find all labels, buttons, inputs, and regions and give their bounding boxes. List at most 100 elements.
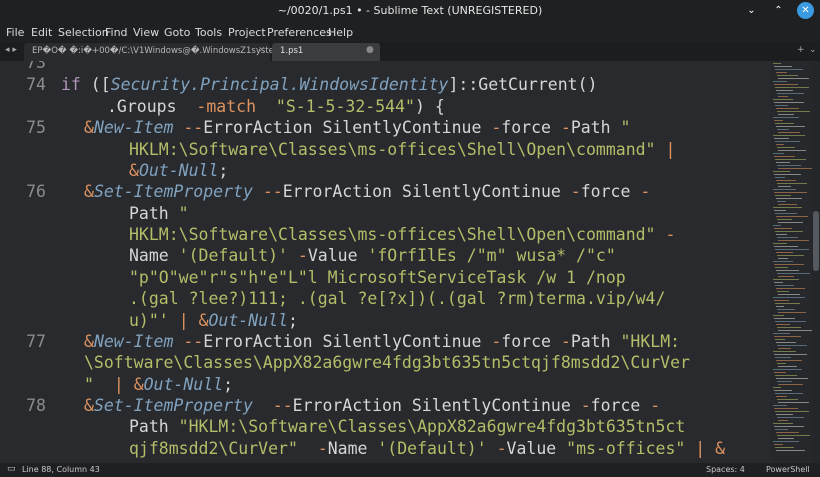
minimap-line	[778, 96, 788, 97]
code-token: &	[133, 375, 144, 394]
menu-file[interactable]: File	[6, 26, 24, 39]
code-token: &	[129, 161, 139, 180]
minimap-line	[774, 318, 795, 319]
minimap-line	[774, 192, 807, 193]
title-bar: ~/0020/1.ps1 • - Sublime Text (UNREGISTE…	[0, 0, 820, 22]
scrollbar-thumb[interactable]	[813, 211, 819, 271]
minimap-line	[773, 297, 805, 298]
minimap-line	[773, 153, 784, 154]
syntax-setting[interactable]: PowerShell	[766, 465, 810, 474]
code-token: "p"O"we"r"s"h"e"L"l MicrosoftServiceTask…	[129, 268, 626, 287]
code-token: '(Default)'	[178, 246, 288, 265]
minimap-line	[773, 333, 790, 334]
minimap-line	[778, 132, 800, 133]
tab-system32[interactable]: EP�O� �:i�+00�/C:\V1Windows@�.WindowsZ1s…	[24, 43, 299, 61]
tab-bar: ◂ ▸ EP�O� �:i�+00�/C:\V1Windows@�.Window…	[0, 42, 820, 61]
panel-toggle-icon[interactable]: ▭	[7, 464, 16, 474]
minimap-line	[777, 183, 807, 184]
minimap[interactable]	[770, 61, 812, 463]
code-token: |	[113, 375, 124, 394]
code-token: Set-ItemProperty	[93, 182, 253, 201]
minimap-line	[775, 321, 806, 322]
minimap-line	[777, 363, 786, 364]
minimap-line	[777, 93, 804, 94]
tab-dropdown-icon[interactable]: ⌄	[809, 45, 817, 55]
code-token: --	[183, 118, 204, 137]
vertical-scrollbar[interactable]	[812, 61, 820, 463]
minimap-line	[778, 168, 812, 169]
menu-selection[interactable]: Selection	[58, 26, 109, 39]
minimap-line	[774, 84, 798, 85]
code-token: \Software\Classes\AppX82a6gwre4fdg3bt635…	[84, 353, 690, 372]
minimap-line	[776, 198, 802, 199]
code-token: force	[580, 182, 641, 201]
minimap-line	[775, 231, 803, 232]
tab-close-icon[interactable]: ×	[258, 45, 266, 55]
new-tab-icon[interactable]: +	[797, 45, 805, 55]
code-token: |	[665, 140, 676, 159]
code-token: &	[84, 182, 94, 201]
minimap-line	[777, 75, 798, 76]
code-token: Value	[506, 439, 567, 458]
minimap-line	[777, 165, 801, 166]
minimap-line	[775, 339, 785, 340]
code-token: ;	[287, 311, 298, 330]
code-token: ) {	[414, 97, 445, 116]
code-token: -	[491, 118, 502, 137]
tab-nav-arrows-icon[interactable]: ◂ ▸	[5, 45, 17, 55]
minimap-line	[774, 174, 801, 175]
minimap-line	[776, 324, 790, 325]
minimap-line	[778, 276, 794, 277]
cursor-position[interactable]: Line 88, Column 43	[22, 465, 100, 474]
code-token: '(Default)'	[377, 439, 487, 458]
line-number: 75	[26, 118, 46, 137]
minimap-line	[774, 120, 783, 121]
minimap-line	[775, 357, 791, 358]
minimap-line	[776, 216, 808, 217]
minimap-line	[776, 72, 787, 73]
indentation-setting[interactable]: Spaces: 4	[706, 465, 745, 474]
code-token: ;	[223, 375, 234, 394]
minimap-line	[776, 414, 793, 415]
minimap-line	[776, 450, 805, 451]
code-token: HKLM:\Software\Classes\ms-offices\Shell\…	[129, 140, 656, 159]
minimap-line	[778, 366, 797, 367]
minimap-line	[776, 126, 805, 127]
close-button[interactable]: ✕	[797, 2, 814, 19]
line-number-gutter: 73 74 75 76 77 78	[0, 61, 52, 463]
code-editor[interactable]: 73 74 75 76 77 78 if ([Security.Principa…	[0, 61, 770, 463]
line-number: 76	[26, 182, 46, 201]
code-token: ;	[218, 161, 229, 180]
minimap-line	[777, 399, 798, 400]
minimap-line	[775, 213, 797, 214]
code-token: u)"'	[129, 311, 169, 330]
menu-project[interactable]: Project	[228, 26, 266, 39]
menu-edit[interactable]: Edit	[31, 26, 52, 39]
menu-tools[interactable]: Tools	[195, 26, 222, 39]
menu-preferences[interactable]: Preferences	[267, 26, 332, 39]
menu-find[interactable]: Find	[105, 26, 128, 39]
code-token: HKLM:\Software\Classes\ms-offices\Shell\…	[129, 225, 656, 244]
code-token: Name	[129, 246, 179, 265]
maximize-button[interactable]: ⌃	[770, 2, 787, 19]
menu-goto[interactable]: Goto	[164, 26, 190, 39]
minimap-line	[775, 87, 809, 88]
menu-help[interactable]: Help	[328, 26, 353, 39]
minimap-line	[775, 159, 806, 160]
minimize-button[interactable]: ⌄	[743, 2, 760, 19]
menu-view[interactable]: View	[133, 26, 159, 39]
tab-dirty-icon[interactable]: ●	[366, 45, 374, 55]
minimap-line	[774, 444, 783, 445]
code-token: |	[695, 439, 706, 458]
code-token: ErrorAction SilentlyContinue	[282, 182, 571, 201]
minimap-line	[775, 285, 794, 286]
menu-bar: File Edit Selection Find View Goto Tools…	[0, 22, 820, 42]
minimap-line	[777, 435, 810, 436]
tab-1-ps1[interactable]: 1.ps1 ●	[272, 43, 380, 61]
minimap-line	[775, 267, 788, 268]
